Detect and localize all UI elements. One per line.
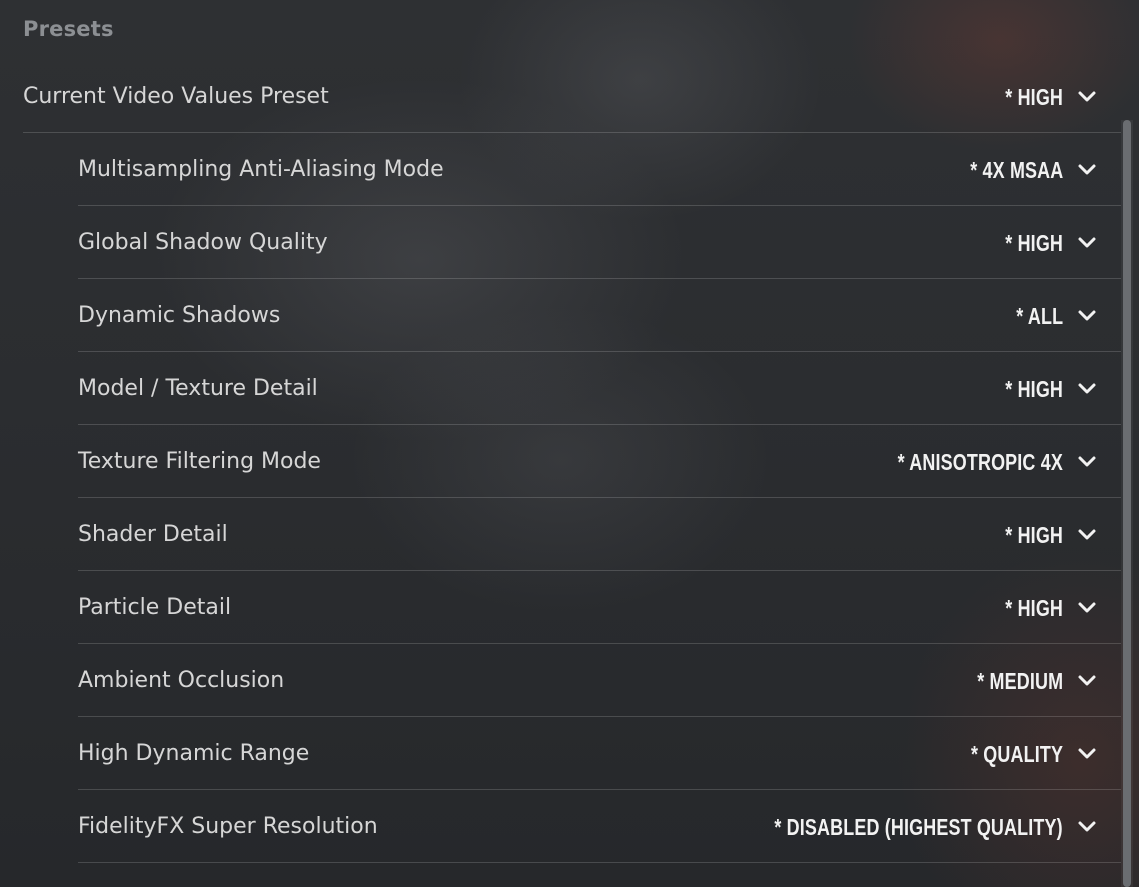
setting-value: * DISABLED (HIGHEST QUALITY): [774, 813, 1063, 840]
setting-label: Particle Detail: [78, 595, 232, 620]
current-video-preset-label: Current Video Values Preset: [23, 84, 329, 109]
setting-value: * HIGH: [1005, 521, 1063, 548]
chevron-down-icon[interactable]: [1077, 309, 1097, 323]
setting-row-particle-detail[interactable]: Particle Detail * HIGH: [78, 572, 1121, 644]
setting-row-high-dynamic-range[interactable]: High Dynamic Range * QUALITY: [78, 718, 1121, 790]
section-title-presets: Presets: [23, 17, 114, 41]
setting-dropdown[interactable]: * HIGH: [989, 207, 1097, 279]
chevron-down-icon[interactable]: [1077, 820, 1097, 834]
setting-label: High Dynamic Range: [78, 741, 310, 766]
setting-dropdown[interactable]: * ALL: [1003, 280, 1097, 352]
setting-row-fidelityfx-super-resolution[interactable]: FidelityFX Super Resolution * DISABLED (…: [78, 791, 1121, 863]
chevron-down-icon[interactable]: [1077, 528, 1097, 542]
scrollbar-thumb[interactable]: [1123, 120, 1131, 887]
setting-dropdown[interactable]: * HIGH: [989, 499, 1097, 571]
setting-label: FidelityFX Super Resolution: [78, 814, 378, 839]
setting-dropdown[interactable]: * HIGH: [989, 353, 1097, 425]
chevron-down-icon[interactable]: [1077, 236, 1097, 250]
chevron-down-icon[interactable]: [1077, 674, 1097, 688]
setting-value: * MEDIUM: [977, 667, 1063, 694]
setting-value: * HIGH: [1005, 229, 1063, 256]
setting-value: * ALL: [1016, 302, 1063, 329]
chevron-down-icon[interactable]: [1077, 90, 1097, 104]
setting-value: * ANISOTROPIC 4X: [897, 448, 1063, 475]
setting-dropdown[interactable]: * 4X MSAA: [944, 134, 1097, 206]
chevron-down-icon[interactable]: [1077, 747, 1097, 761]
setting-label: Multisampling Anti-Aliasing Mode: [78, 157, 444, 182]
setting-row-texture-filtering-mode[interactable]: Texture Filtering Mode * ANISOTROPIC 4X: [78, 426, 1121, 498]
setting-dropdown[interactable]: * QUALITY: [945, 718, 1097, 790]
setting-row-global-shadow-quality[interactable]: Global Shadow Quality * HIGH: [78, 207, 1121, 279]
current-video-preset-dropdown[interactable]: * HIGH: [989, 61, 1097, 133]
setting-dropdown[interactable]: * MEDIUM: [953, 645, 1097, 717]
current-video-preset-value: * HIGH: [1005, 83, 1063, 110]
chevron-down-icon[interactable]: [1077, 163, 1097, 177]
setting-dropdown[interactable]: * DISABLED (HIGHEST QUALITY): [693, 791, 1097, 863]
setting-value: * 4X MSAA: [969, 156, 1063, 183]
setting-label: Ambient Occlusion: [78, 668, 285, 693]
setting-dropdown[interactable]: * HIGH: [989, 572, 1097, 644]
setting-value: * QUALITY: [970, 740, 1063, 767]
chevron-down-icon[interactable]: [1077, 455, 1097, 469]
setting-label: Shader Detail: [78, 522, 228, 547]
current-video-preset-row[interactable]: Current Video Values Preset * HIGH: [23, 61, 1121, 133]
chevron-down-icon[interactable]: [1077, 382, 1097, 396]
setting-row-dynamic-shadows[interactable]: Dynamic Shadows * ALL: [78, 280, 1121, 352]
chevron-down-icon[interactable]: [1077, 601, 1097, 615]
setting-value: * HIGH: [1005, 375, 1063, 402]
setting-label: Texture Filtering Mode: [78, 449, 321, 474]
setting-row-model-texture-detail[interactable]: Model / Texture Detail * HIGH: [78, 353, 1121, 425]
setting-label: Global Shadow Quality: [78, 230, 328, 255]
setting-row-msaa[interactable]: Multisampling Anti-Aliasing Mode * 4X MS…: [78, 134, 1121, 206]
setting-value: * HIGH: [1005, 594, 1063, 621]
setting-label: Model / Texture Detail: [78, 376, 318, 401]
setting-row-ambient-occlusion[interactable]: Ambient Occlusion * MEDIUM: [78, 645, 1121, 717]
setting-row-shader-detail[interactable]: Shader Detail * HIGH: [78, 499, 1121, 571]
setting-label: Dynamic Shadows: [78, 303, 281, 328]
setting-dropdown[interactable]: * ANISOTROPIC 4X: [851, 426, 1097, 498]
